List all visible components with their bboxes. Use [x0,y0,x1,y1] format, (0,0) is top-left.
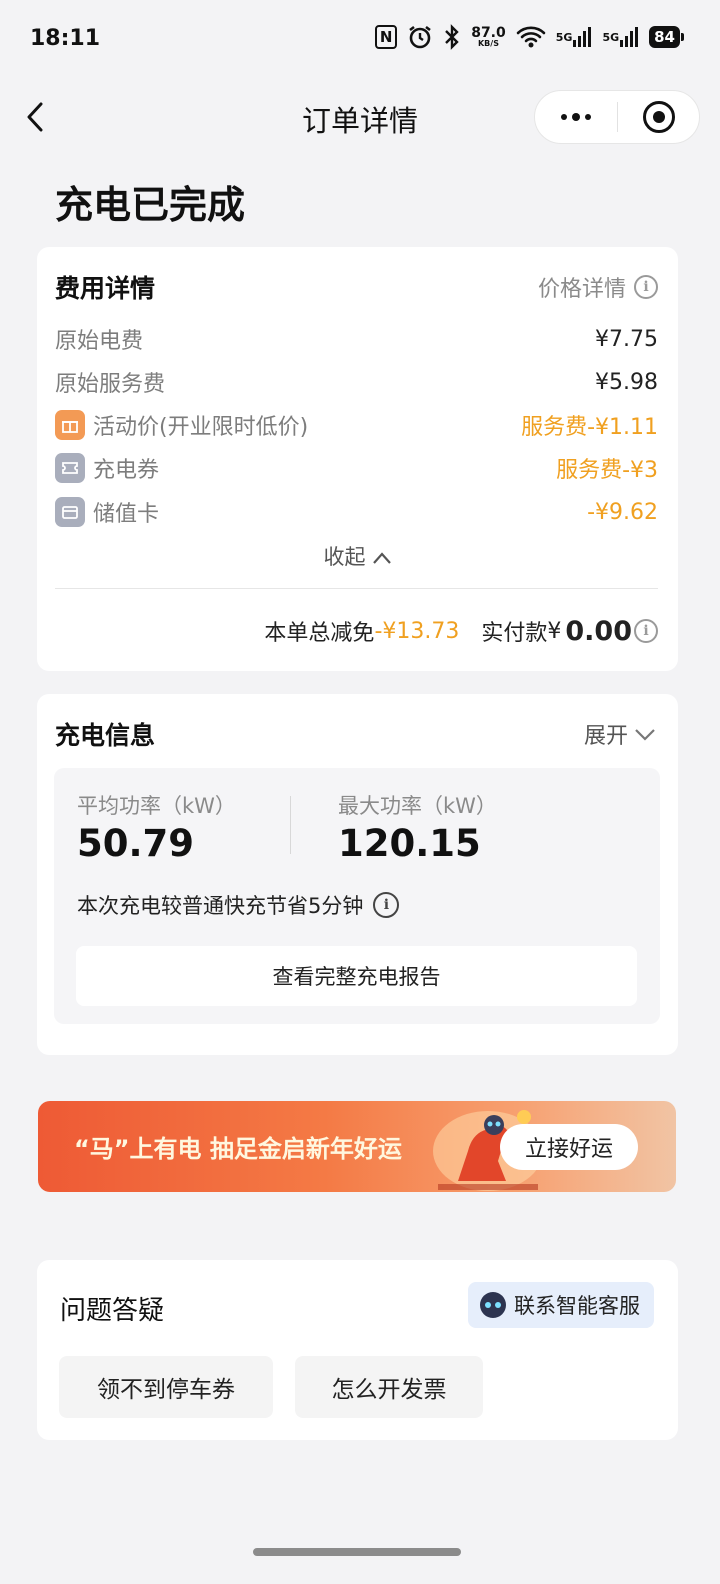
divider [55,588,658,589]
fee-row-value: ¥7.75 [595,326,658,352]
avg-power-value: 50.79 [77,822,195,865]
expand-label: 展开 [583,724,628,749]
promo-banner[interactable]: “马”上有电 抽足金启新年好运 立接好运 [38,1101,676,1192]
fee-row-label-wrap: 储值卡 [55,496,159,528]
faq-title: 问题答疑 [60,1296,165,1326]
contact-support-label: 联系智能客服 [514,1294,640,1318]
net-speed-unit: KB/S [477,39,499,48]
total-discount-label: 本单总减免 [264,621,375,646]
nfc-icon: N [375,25,398,49]
info-icon: i [634,275,658,299]
total-discount-value: -¥13.73 [374,618,460,644]
fee-row: 储值卡 -¥9.62 [55,495,658,529]
bluetooth-icon [443,24,461,50]
fee-row: 原始服务费 ¥5.98 [55,365,658,399]
page-title: 充电已完成 [55,183,246,227]
max-power-label: 最大功率（kW） [338,794,497,818]
fee-row-label-wrap: 充电券 [55,452,159,484]
wifi-icon [516,25,546,49]
info-icon[interactable]: i [373,892,400,918]
net-speed-value: 87.0 [471,25,506,41]
status-icons: N 87.0 KB/S 5G 5G 84 [375,24,684,50]
faq-card: 问题答疑 联系智能客服 领不到停车券 怎么开发票 [37,1260,678,1440]
home-indicator[interactable] [253,1548,461,1556]
paid-label: 实付款 [481,621,548,646]
expand-button[interactable]: 展开 [584,718,656,750]
more-dot-icon [585,114,591,120]
signal-2-label: 5G [602,30,620,44]
fee-row-value: 服务费-¥1.11 [521,415,658,440]
fee-row: 充电券 服务费-¥3 [55,451,658,485]
fee-row-label: 活动价(开业限时低价) [93,415,309,440]
more-dot-icon [572,113,580,121]
charge-card-title: 充电信息 [55,721,156,750]
fee-row-label-wrap: 活动价(开业限时低价) [55,409,308,441]
cellular-signal-2-icon: 5G [602,26,639,48]
fee-row-value: -¥9.62 [587,499,658,525]
fee-row-value: 服务费-¥3 [556,458,658,483]
view-report-button[interactable]: 查看完整充电报告 [76,946,637,1006]
more-menu-button[interactable] [535,91,617,143]
fee-row-label: 充电券 [93,458,160,483]
max-power-value: 120.15 [338,822,481,865]
net-speed: 87.0 KB/S [471,26,506,48]
banner-text: “马”上有电 抽足金启新年好运 [74,1135,402,1163]
faq-chip-invoice[interactable]: 怎么开发票 [295,1356,483,1418]
collapse-button[interactable]: 收起 [37,541,678,571]
ticket-icon [55,453,85,483]
contact-support-button[interactable]: 联系智能客服 [468,1282,654,1328]
fee-row-label: 原始电费 [55,329,144,354]
target-icon [642,101,675,133]
total-summary: 本单总减免 -¥13.73 实付款 ¥ 0.00 i [264,615,658,647]
fee-detail-card: 费用详情 价格详情 i 原始电费 ¥7.75 原始服务费 ¥5.98 活动价(开… [37,247,678,671]
fee-row-label: 原始服务费 [55,372,166,397]
fee-row-label: 储值卡 [93,502,160,527]
price-detail-label: 价格详情 [537,277,626,302]
card-icon [55,497,85,527]
price-detail-link[interactable]: 价格详情 i [538,271,658,303]
close-miniprogram-button[interactable] [618,101,699,133]
power-stats: 平均功率（kW） 50.79 最大功率（kW） 120.15 本次充电较普通快充… [54,768,660,1024]
alarm-icon [407,24,433,50]
stat-divider [290,796,291,854]
fee-row-value: ¥5.98 [595,369,658,395]
paid-amount: 0.00 [565,615,632,647]
fee-row: 活动价(开业限时低价) 服务费-¥1.11 [55,408,658,442]
time-saved-text: 本次充电较普通快充节省5分钟 [77,894,364,918]
chevron-up-icon [372,552,391,564]
status-time: 18:11 [30,26,101,51]
time-saved-note: 本次充电较普通快充节省5分钟 i [77,890,400,920]
status-bar: 18:11 N 87.0 KB/S 5G 5G 84 [0,0,720,80]
cellular-signal-icon: 5G [556,26,593,48]
chevron-down-icon [635,729,655,741]
charge-info-card: 充电信息 展开 平均功率（kW） 50.79 最大功率（kW） 120.15 本… [37,694,678,1055]
more-dot-icon [561,114,567,120]
banner-cta-button[interactable]: 立接好运 [500,1124,638,1170]
miniprogram-capsule [534,90,700,144]
paid-currency: ¥ [547,618,562,644]
info-icon[interactable]: i [634,619,658,643]
gift-icon [55,410,85,440]
signal-1-label: 5G [555,30,573,44]
battery-indicator: 84 [649,26,684,48]
avg-power-label: 平均功率（kW） [77,794,236,818]
faq-chip-parking[interactable]: 领不到停车券 [59,1356,273,1418]
robot-icon [480,1292,506,1318]
collapse-label: 收起 [323,545,366,569]
fee-row: 原始电费 ¥7.75 [55,322,658,356]
fee-card-title: 费用详情 [55,274,156,303]
